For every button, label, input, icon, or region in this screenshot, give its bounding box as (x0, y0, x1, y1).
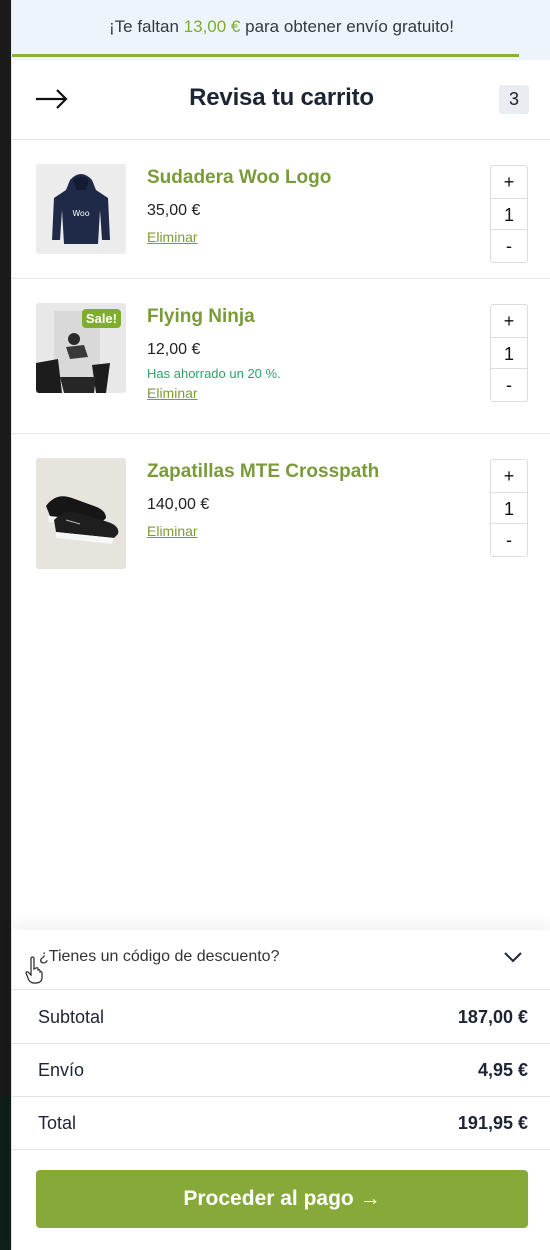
sale-badge: Sale! (81, 309, 121, 328)
quantity-value[interactable]: 1 (491, 337, 527, 369)
checkout-button[interactable]: Proceder al pago → (36, 1170, 528, 1228)
item-name[interactable]: Sudadera Woo Logo (147, 167, 331, 189)
item-name[interactable]: Zapatillas MTE Crosspath (147, 461, 379, 483)
banner-suffix: para obtener envío gratuito! (240, 17, 454, 36)
quantity-stepper: + 1 - (490, 165, 528, 263)
shipping-row: Envío 4,95 € (12, 1043, 550, 1097)
cart-drawer: ¡Te faltan 13,00 € para obtener envío gr… (11, 0, 550, 1250)
quantity-stepper: + 1 - (490, 459, 528, 557)
subtotal-row: Subtotal 187,00 € (12, 990, 550, 1044)
total-value: 191,95 € (457, 1113, 528, 1133)
cart-footer: ¿Tienes un código de descuento? Subtotal… (12, 930, 550, 1250)
free-shipping-progress-bar (12, 54, 519, 57)
decrease-quantity-button[interactable]: - (491, 230, 527, 262)
item-price: 12,00 € (147, 341, 201, 358)
product-image-hoodie[interactable]: Woo (36, 164, 126, 254)
cart-count-badge: 3 (499, 85, 529, 114)
savings-text: Has ahorrado un 20 %. (147, 366, 281, 381)
quantity-value[interactable]: 1 (491, 492, 527, 524)
subtotal-value: 187,00 € (457, 1007, 528, 1027)
increase-quantity-button[interactable]: + (491, 460, 527, 492)
coupon-label: ¿Tienes un código de descuento? (39, 948, 280, 965)
cart-item: Woo Sudadera Woo Logo 35,00 € Eliminar +… (12, 140, 550, 279)
total-row: Total 191,95 € (12, 1096, 550, 1150)
increase-quantity-button[interactable]: + (491, 166, 527, 198)
increase-quantity-button[interactable]: + (491, 305, 527, 337)
cart-item: Sale! Flying Ninja 12,00 € Has ahorrado … (12, 279, 550, 434)
remove-item-link[interactable]: Eliminar (147, 229, 198, 245)
subtotal-label: Subtotal (38, 1007, 105, 1027)
item-name[interactable]: Flying Ninja (147, 306, 255, 328)
product-image-poster[interactable]: Sale! (36, 303, 126, 393)
decrease-quantity-button[interactable]: - (491, 524, 527, 556)
hoodie-image: Woo (36, 164, 126, 254)
item-price: 140,00 € (147, 496, 210, 513)
sneakers-image (36, 458, 126, 569)
item-price: 35,00 € (147, 202, 201, 219)
product-image-sneakers[interactable] (36, 458, 126, 569)
total-label: Total (38, 1113, 77, 1133)
background-strip (0, 1095, 11, 1250)
banner-amount: 13,00 € (183, 17, 241, 36)
shipping-label: Envío (38, 1060, 85, 1080)
banner-prefix: ¡Te faltan (109, 17, 184, 36)
decrease-quantity-button[interactable]: - (491, 369, 527, 401)
remove-item-link[interactable]: Eliminar (147, 385, 198, 401)
quantity-stepper: + 1 - (490, 304, 528, 402)
cart-header: Revisa tu carrito 3 (12, 60, 550, 140)
cart-title: Revisa tu carrito (189, 84, 374, 111)
quantity-value[interactable]: 1 (491, 198, 527, 230)
free-shipping-banner: ¡Te faltan 13,00 € para obtener envío gr… (12, 0, 550, 60)
coupon-toggle[interactable]: ¿Tienes un código de descuento? (12, 930, 550, 990)
shipping-value: 4,95 € (477, 1060, 528, 1080)
chevron-down-icon[interactable] (503, 950, 523, 964)
svg-text:Woo: Woo (72, 209, 89, 218)
hand-pointer-icon (25, 956, 43, 984)
remove-item-link[interactable]: Eliminar (147, 523, 198, 539)
cart-item: Zapatillas MTE Crosspath 140,00 € Elimin… (12, 434, 550, 594)
